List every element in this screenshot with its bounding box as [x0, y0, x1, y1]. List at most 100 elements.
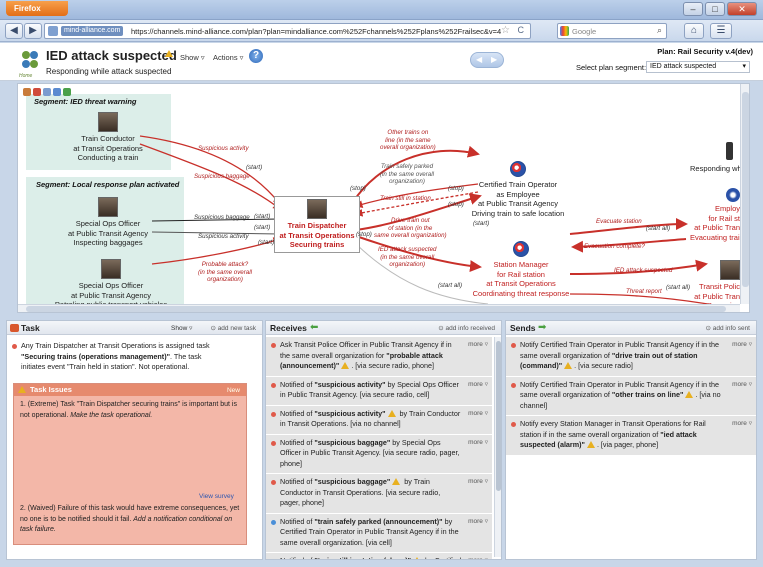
more-menu[interactable]: more ▿	[732, 419, 752, 430]
map-vertical-scrollbar[interactable]	[740, 84, 749, 304]
warning-icon[interactable]	[392, 478, 401, 485]
node-employee[interactable]: Employ for Rail st at Public Tran Evacua…	[690, 188, 744, 242]
warning-icon[interactable]	[685, 391, 694, 398]
mind-alliance-logo-icon[interactable]	[20, 49, 40, 71]
info-name[interactable]: "suspicious baggage"	[314, 438, 390, 447]
list-item[interactable]: Ask Transit Police Officer in Public Tra…	[266, 337, 492, 377]
maximize-button[interactable]: □	[705, 2, 725, 16]
flow-label: Threat report	[626, 288, 662, 295]
back-button[interactable]: ◀	[5, 23, 23, 39]
forward-button[interactable]: ▶	[24, 23, 42, 39]
node-line: Coordinating threat response	[472, 288, 570, 298]
bullet	[511, 422, 516, 427]
legend-icon[interactable]	[23, 88, 31, 96]
reload-icon[interactable]: C	[518, 25, 525, 35]
firefox-menu-button[interactable]: Firefox	[6, 1, 68, 16]
add-info-received-link[interactable]: ⊙ add info received	[438, 324, 495, 332]
bookmark-star-icon[interactable]: ☆	[501, 25, 510, 36]
refresh-icon[interactable]	[63, 88, 71, 96]
node-transit-police[interactable]: Transit Polic at Public Tran Sweeping	[690, 260, 740, 311]
scroll-thumb[interactable]	[496, 341, 501, 491]
prev-arrow-icon[interactable]: ◀	[476, 55, 482, 64]
flow-map[interactable]: Segment: IED threat warning Segment: Loc…	[17, 83, 750, 313]
node-certified-operator[interactable]: Certified Train Operator as Employee at …	[458, 161, 578, 218]
info-name[interactable]: "other trains on line"	[612, 390, 684, 399]
list-item[interactable]: Notified of "suspicious activity" by Spe…	[266, 376, 492, 406]
filter-icon[interactable]	[33, 88, 41, 96]
add-info-sent-link[interactable]: ⊙ add info sent	[706, 324, 750, 332]
address-bar[interactable]: mind-alliance.com https://channels.mind-…	[44, 23, 531, 39]
new-issue-link[interactable]: New	[227, 385, 240, 397]
site-identity-badge[interactable]: mind-alliance.com	[61, 26, 124, 36]
zoom-icon[interactable]	[43, 88, 51, 96]
more-menu[interactable]: more ▿	[468, 380, 488, 391]
add-new-task-link[interactable]: ⊙ add new task	[210, 324, 256, 332]
close-window-button[interactable]: ✕	[727, 2, 757, 16]
list-item[interactable]: Notified of "suspicious baggage" by Spec…	[266, 434, 492, 474]
more-menu[interactable]: more ▿	[468, 517, 488, 528]
scroll-thumb[interactable]	[26, 306, 726, 312]
show-menu[interactable]: Show ▿	[171, 324, 192, 332]
node-station-manager[interactable]: Station Manager for Rail station at Tran…	[466, 241, 576, 298]
list-item[interactable]: Notify Certified Train Operator in Publi…	[506, 376, 756, 416]
receives-scrollbar[interactable]	[494, 337, 501, 557]
list-item[interactable]: Notified of "suspicious activity" by Tra…	[266, 405, 492, 435]
google-icon[interactable]	[560, 26, 569, 36]
node-train-conductor[interactable]: Train Conductor at Transit Operations Co…	[68, 112, 148, 163]
home-icon[interactable]: ⌂	[684, 23, 704, 39]
bullet	[511, 343, 516, 348]
more-menu[interactable]: more ▿	[468, 438, 488, 449]
list-item[interactable]: Notify every Station Manager in Transit …	[506, 416, 756, 456]
node-train-dispatcher[interactable]: Train Dispatcher at Transit Operations S…	[274, 196, 360, 253]
label-line: Probable attack?	[201, 261, 249, 268]
more-menu[interactable]: more ▿	[468, 409, 488, 420]
url-text[interactable]: https://channels.mind-alliance.com/plan?…	[131, 26, 501, 37]
warning-icon[interactable]	[564, 362, 573, 369]
info-name[interactable]: "suspicious activity"	[314, 409, 385, 418]
minimize-button[interactable]: –	[683, 2, 703, 16]
more-menu[interactable]: more ▿	[468, 340, 488, 351]
label-line: Drive train out	[391, 217, 430, 224]
info-name[interactable]: "suspicious baggage"	[314, 477, 390, 486]
more-menu[interactable]: more ▿	[732, 380, 752, 391]
info-name[interactable]: "train safely parked (announcement)"	[314, 517, 442, 526]
segment-select[interactable]: IED attack suspected ▾	[646, 61, 750, 73]
node-special-ops-2[interactable]: Special Ops Officer at Public Transit Ag…	[46, 259, 176, 310]
node-special-ops-1[interactable]: Special Ops Officer at Public Transit Ag…	[58, 197, 158, 248]
warning-icon[interactable]	[586, 441, 595, 448]
page-title: IED attack suspected	[46, 48, 177, 63]
warning-icon[interactable]	[387, 409, 396, 417]
view-survey-link[interactable]: View survey	[199, 493, 234, 500]
task-name[interactable]: "Securing trains (operations management)…	[21, 352, 170, 361]
warning-icon[interactable]	[413, 557, 422, 559]
list-item[interactable]: Notified of "train still in station (ala…	[266, 553, 492, 559]
more-menu[interactable]: more ▿	[468, 556, 488, 559]
flow-arrow-threat-report[interactable]	[569, 293, 709, 304]
map-horizontal-scrollbar[interactable]	[18, 304, 740, 312]
more-menu[interactable]: more ▿	[468, 477, 488, 488]
show-menu[interactable]: Show ▿	[180, 53, 205, 62]
actions-menu[interactable]: Actions ▿	[213, 53, 243, 62]
receives-panel-header: Receives ⬅ ⊙ add info received	[266, 321, 501, 335]
next-arrow-icon[interactable]: ▶	[491, 55, 497, 64]
plan-name: Plan: Rail Security v.4(dev)	[657, 47, 753, 56]
search-bar[interactable]: Google ⌕	[557, 23, 667, 39]
node-line: Train Conductor	[81, 134, 135, 143]
more-menu[interactable]: more ▿	[732, 340, 752, 351]
layout-icon[interactable]	[53, 88, 61, 96]
info-name[interactable]: "train still in station (alarm)"	[314, 556, 411, 559]
flow-label: Evacuation complete?	[584, 243, 645, 250]
avatar	[720, 260, 740, 280]
info-name[interactable]: "suspicious activity"	[314, 380, 385, 389]
list-item[interactable]: Notified of "suspicious baggage" by Trai…	[266, 474, 492, 514]
plan-nav-arrows[interactable]: ◀ ▶	[470, 52, 504, 68]
scroll-thumb[interactable]	[742, 92, 749, 287]
list-item[interactable]: Notify Certified Train Operator in Publi…	[506, 337, 756, 377]
menu-icon[interactable]: ☰	[710, 23, 732, 39]
node-responding[interactable]: Responding while at	[690, 142, 749, 174]
help-icon[interactable]: ?	[249, 49, 263, 63]
list-item[interactable]: Notified of "train safely parked (announ…	[266, 513, 492, 553]
search-icon[interactable]: ⌕	[657, 25, 662, 36]
stop-label: (stop)	[448, 185, 464, 192]
warning-icon[interactable]	[341, 362, 350, 369]
